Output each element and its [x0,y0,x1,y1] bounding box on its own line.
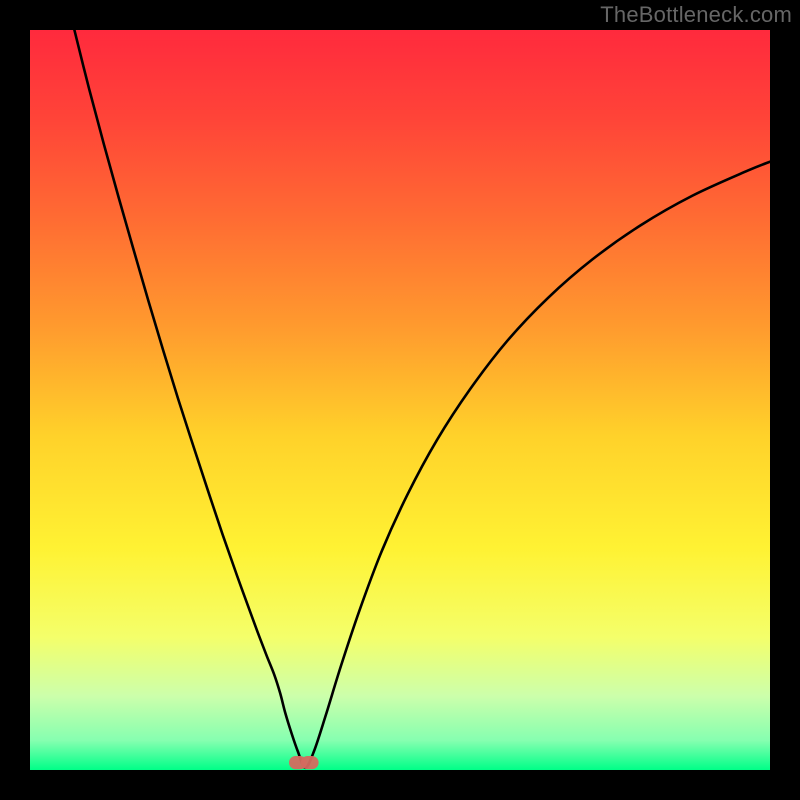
plot-area [30,30,770,770]
watermark-text: TheBottleneck.com [600,2,792,28]
chart-svg [30,30,770,770]
optimum-marker-b [301,756,319,769]
markers-group [289,756,319,769]
gradient-background [30,30,770,770]
chart-container: TheBottleneck.com [0,0,800,800]
